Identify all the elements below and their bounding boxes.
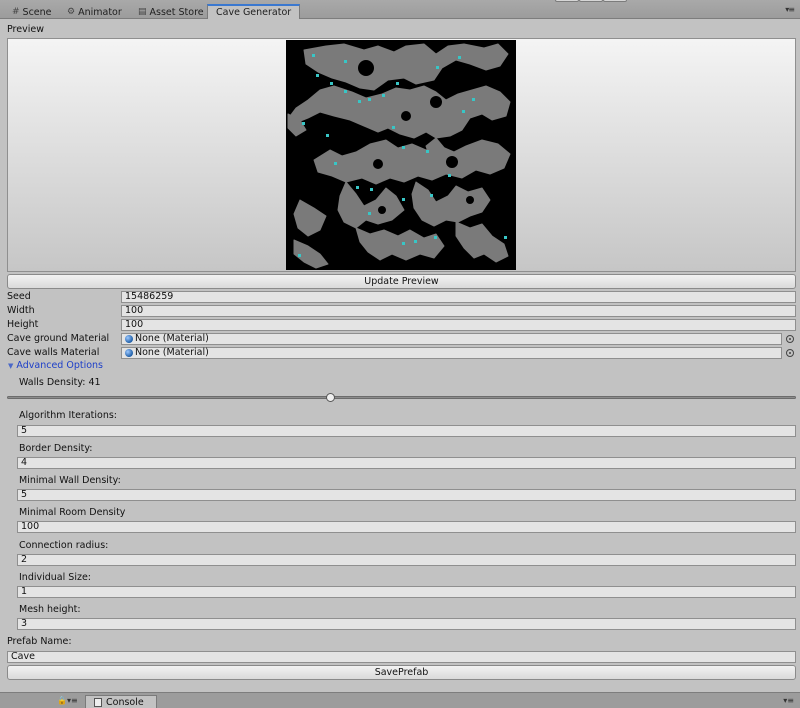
- mesh-height-field[interactable]: 3: [17, 618, 796, 630]
- individual-size-field[interactable]: 1: [17, 586, 796, 598]
- walls-material-field[interactable]: None (Material): [121, 347, 782, 359]
- seed-label: Seed: [7, 291, 31, 302]
- tab-console[interactable]: Console: [85, 695, 157, 708]
- walls-density-label: Walls Density: 41: [19, 377, 101, 388]
- minimal-room-density-label: Minimal Room Density: [19, 507, 126, 518]
- store-icon: ▤: [138, 7, 147, 17]
- border-density-field[interactable]: 4: [17, 457, 796, 469]
- lock-icon[interactable]: 🔒▾≡: [57, 696, 78, 705]
- preview-label: Preview: [7, 24, 44, 35]
- walls-material-value: None (Material): [135, 347, 209, 358]
- seed-field[interactable]: 15486259: [121, 291, 796, 303]
- animator-icon: ⚙: [67, 7, 76, 17]
- connection-radius-label: Connection radius:: [19, 540, 109, 551]
- width-field[interactable]: 100: [121, 305, 796, 317]
- mesh-height-label: Mesh height:: [19, 604, 81, 615]
- algorithm-iterations-label: Algorithm Iterations:: [19, 410, 117, 421]
- preview-panel: [7, 38, 796, 272]
- tab-menu-icon[interactable]: ▾≡: [783, 696, 794, 705]
- update-preview-button[interactable]: Update Preview: [7, 274, 796, 289]
- tab-cave-generator-label: Cave Generator: [216, 7, 292, 18]
- prefab-name-label: Prefab Name:: [7, 636, 72, 647]
- height-field[interactable]: 100: [121, 319, 796, 331]
- tab-animator-label: Animator: [78, 6, 122, 18]
- toolbar-button[interactable]: [579, 0, 603, 2]
- ground-material-label: Cave ground Material: [7, 333, 110, 344]
- individual-size-label: Individual Size:: [19, 572, 91, 583]
- foldout-arrow-icon: ▼: [8, 361, 14, 370]
- tab-cave-generator[interactable]: Cave Generator: [207, 4, 301, 19]
- tab-scene-label: Scene: [22, 6, 52, 18]
- tab-asset-store-label: Asset Store: [149, 6, 204, 18]
- minimal-wall-density-label: Minimal Wall Density:: [19, 475, 121, 486]
- toolbar-button[interactable]: [603, 0, 627, 2]
- connection-radius-field[interactable]: 2: [17, 554, 796, 566]
- walls-density-slider-thumb[interactable]: [326, 393, 335, 402]
- tab-asset-store[interactable]: ▤ Asset Store: [134, 5, 208, 19]
- width-label: Width: [7, 305, 35, 316]
- cave-map-image: [286, 40, 516, 270]
- bottom-tab-bar: 🔒▾≡ Console ▾≡: [0, 692, 800, 708]
- advanced-options-foldout[interactable]: ▼ Advanced Options: [8, 360, 103, 371]
- save-prefab-button[interactable]: SavePrefab: [7, 665, 796, 680]
- ground-material-value: None (Material): [135, 333, 209, 344]
- walls-density-slider[interactable]: [7, 396, 796, 399]
- minimal-room-density-field[interactable]: 100: [17, 521, 796, 533]
- material-sphere-icon: [125, 335, 133, 343]
- height-label: Height: [7, 319, 39, 330]
- walls-material-label: Cave walls Material: [7, 347, 100, 358]
- grid-icon: #: [12, 7, 20, 17]
- editor-tab-bar: # Scene ⚙ Animator ▤ Asset Store Cave Ge…: [0, 0, 800, 19]
- object-picker-icon[interactable]: [786, 349, 794, 357]
- tab-scene[interactable]: # Scene: [8, 5, 56, 19]
- object-picker-icon[interactable]: [786, 335, 794, 343]
- border-density-label: Border Density:: [19, 443, 93, 454]
- prefab-name-field[interactable]: Cave: [7, 651, 796, 663]
- ground-material-field[interactable]: None (Material): [121, 333, 782, 345]
- console-icon: [94, 698, 102, 707]
- tab-animator[interactable]: ⚙ Animator: [63, 5, 126, 19]
- tab-console-label: Console: [106, 697, 144, 708]
- advanced-options-label: Advanced Options: [16, 360, 103, 371]
- minimal-wall-density-field[interactable]: 5: [17, 489, 796, 501]
- toolbar-button[interactable]: [555, 0, 579, 2]
- tab-menu-icon[interactable]: ▾≡: [785, 5, 795, 14]
- cave-map-preview: [286, 40, 516, 270]
- material-sphere-icon: [125, 349, 133, 357]
- algorithm-iterations-field[interactable]: 5: [17, 425, 796, 437]
